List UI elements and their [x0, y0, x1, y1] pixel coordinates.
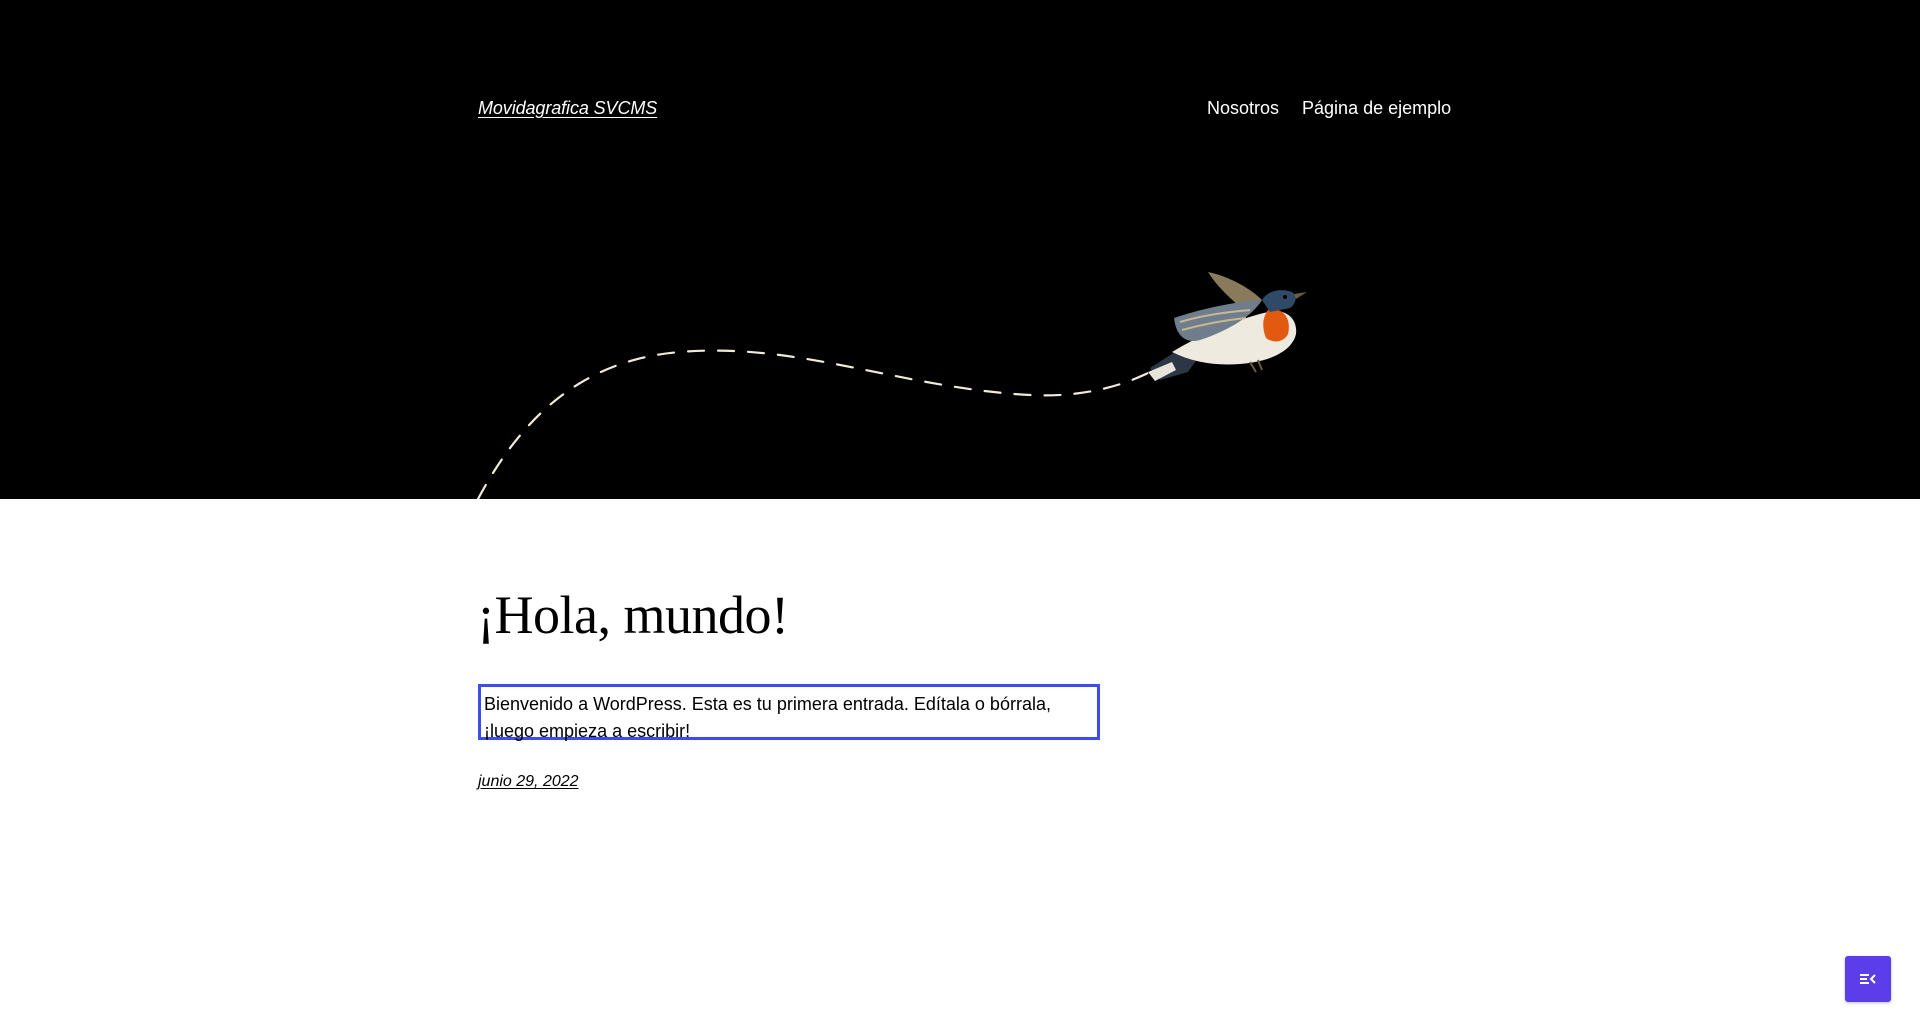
flight-path-dashed-line	[476, 349, 1152, 499]
site-header: Movidagrafica SVCMS Nosotros Página de e…	[0, 0, 1920, 499]
post-date-link[interactable]: junio 29, 2022	[478, 773, 579, 791]
post-excerpt: Bienvenido a WordPress. Esta es tu prime…	[478, 684, 1100, 741]
floating-action-button[interactable]	[1845, 956, 1891, 1002]
post-title[interactable]: ¡Hola, mundo!	[477, 584, 789, 646]
hero-illustration	[476, 272, 1307, 499]
menu-collapse-icon	[1860, 974, 1876, 984]
page: Movidagrafica SVCMS Nosotros Página de e…	[0, 0, 1920, 1031]
bird-icon	[1148, 272, 1307, 381]
